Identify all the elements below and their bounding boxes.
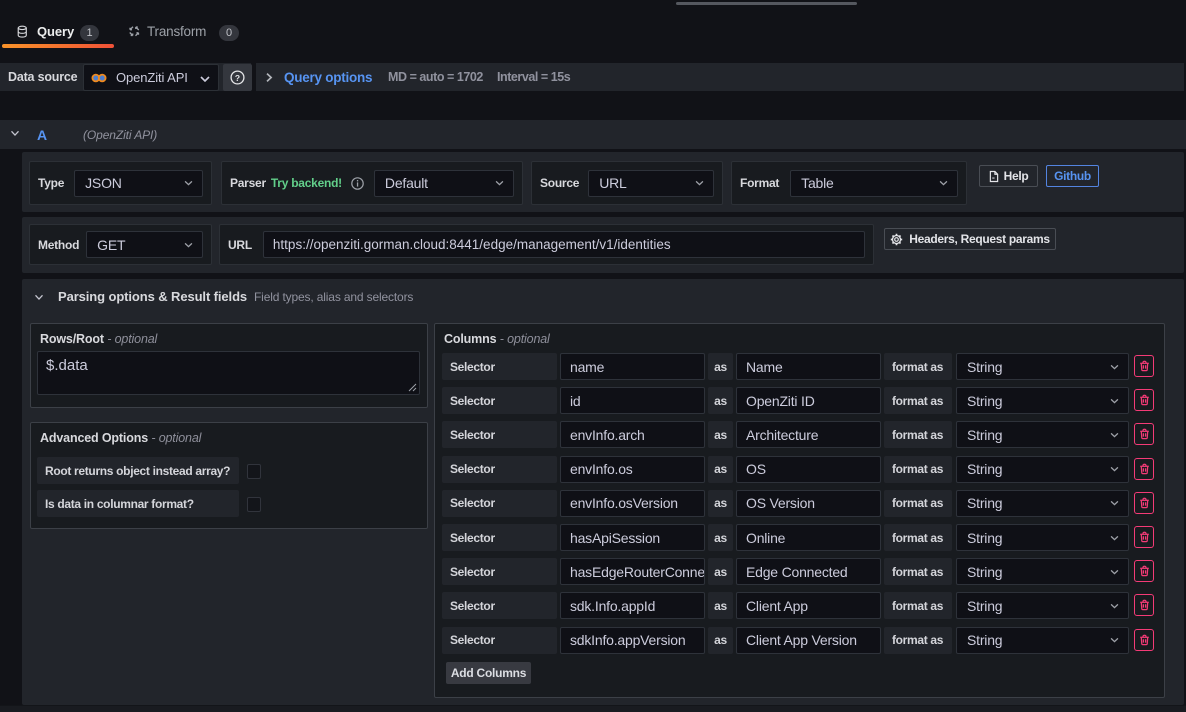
svg-text:?: ? [235,73,240,83]
